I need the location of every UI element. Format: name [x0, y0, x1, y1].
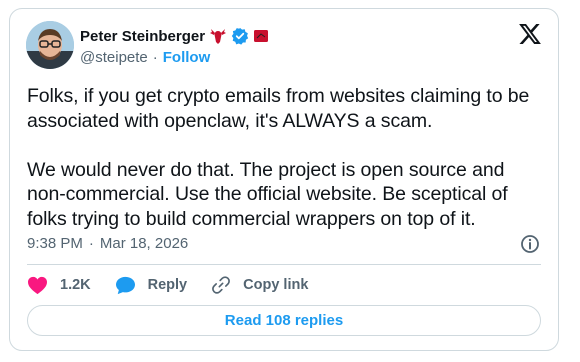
author-name[interactable]: Peter Steinberger — [80, 28, 205, 45]
tweet-card: Peter Steinberger @steipete · Follow Fol… — [9, 8, 559, 351]
x-logo-icon[interactable] — [519, 24, 541, 44]
divider — [27, 264, 541, 265]
handle-separator: · — [152, 49, 158, 66]
copy-link-button[interactable]: Copy link — [211, 275, 308, 295]
red-square-emoji — [253, 28, 269, 44]
tweet-time[interactable]: 9:38 PM — [27, 235, 83, 252]
reply-label: Reply — [147, 277, 188, 293]
author-handle[interactable]: @steipete — [80, 49, 148, 66]
timestamp-separator: · — [88, 235, 94, 252]
tweet-date[interactable]: Mar 18, 2026 — [100, 235, 188, 252]
like-button[interactable]: 1.2K — [27, 276, 91, 295]
info-icon[interactable] — [520, 234, 540, 254]
copy-link-label: Copy link — [243, 277, 309, 293]
reply-button[interactable]: Reply — [115, 276, 188, 295]
link-icon — [212, 276, 231, 294]
avatar[interactable] — [26, 21, 74, 69]
like-count: 1.2K — [60, 277, 91, 293]
reply-bubble-icon — [115, 276, 135, 294]
action-bar: 1.2K Reply Copy link — [27, 273, 332, 297]
read-replies-button[interactable]: Read 108 replies — [27, 305, 541, 336]
verified-badge-icon — [231, 27, 249, 45]
tweet-timestamp[interactable]: 9:38 PM · Mar 18, 2026 — [27, 235, 188, 252]
follow-button[interactable]: Follow — [163, 49, 211, 66]
lobster-emoji — [209, 27, 227, 45]
tweet-text: Folks, if you get crypto emails from web… — [27, 85, 530, 230]
author-handle-row: @steipete · Follow — [80, 49, 210, 66]
author-name-row: Peter Steinberger — [80, 27, 269, 45]
heart-icon — [28, 276, 47, 294]
